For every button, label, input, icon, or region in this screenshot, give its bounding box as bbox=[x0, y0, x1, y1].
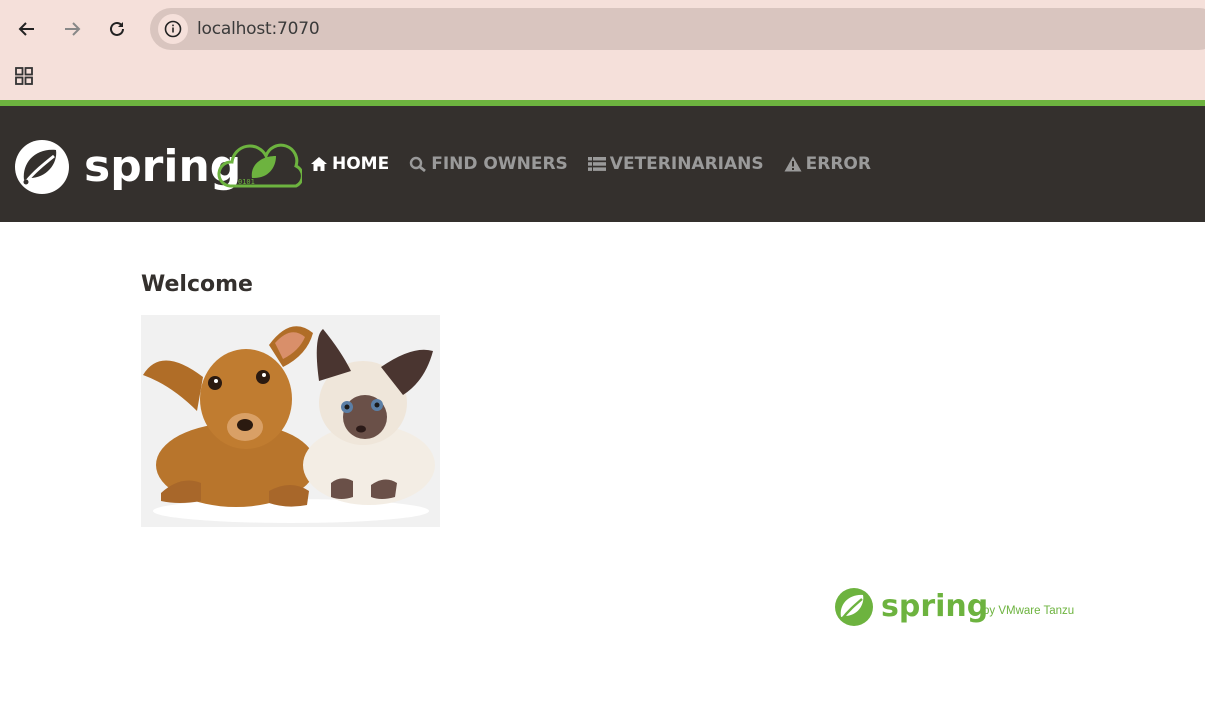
nav-item-label: FIND OWNERS bbox=[431, 154, 568, 174]
footer-tagline: by VMware Tanzu bbox=[983, 605, 1074, 617]
spring-leaf-icon bbox=[835, 588, 873, 626]
search-icon bbox=[410, 156, 427, 172]
svg-text:0101: 0101 bbox=[238, 178, 255, 186]
main-menu: HOME FIND OWNERS VETERINARIANS ERROR bbox=[310, 150, 891, 178]
puppy-illustration bbox=[143, 326, 316, 507]
info-icon bbox=[164, 20, 182, 38]
footer-brand-text: spring bbox=[881, 589, 988, 624]
site-info-button[interactable] bbox=[158, 14, 188, 44]
browser-toolbar: localhost:7070 bbox=[0, 0, 1205, 100]
arrow-right-icon bbox=[65, 22, 81, 36]
nav-item-home[interactable]: HOME bbox=[310, 150, 389, 178]
pets-image bbox=[141, 315, 440, 527]
home-icon bbox=[311, 157, 327, 171]
nav-item-label: VETERINARIANS bbox=[609, 154, 764, 174]
nav-item-label: ERROR bbox=[805, 154, 871, 174]
apps-grid-icon bbox=[15, 67, 33, 85]
arrow-left-icon bbox=[18, 22, 34, 36]
nav-item-find-owners[interactable]: FIND OWNERS bbox=[409, 150, 568, 178]
apps-button[interactable] bbox=[12, 64, 36, 88]
brand-logo[interactable]: spring 0101 bbox=[12, 134, 304, 196]
warning-icon bbox=[784, 156, 802, 172]
nav-item-label: HOME bbox=[332, 154, 390, 174]
kitten-illustration bbox=[303, 329, 435, 505]
forward-button[interactable] bbox=[57, 14, 87, 44]
footer-logo[interactable]: spring by VMware Tanzu bbox=[833, 586, 1093, 628]
nav-item-error[interactable]: ERROR bbox=[784, 150, 871, 178]
navbar: spring 0101 HOME FIND OWNERS VETERINARIA… bbox=[0, 106, 1205, 222]
page-title: Welcome bbox=[141, 272, 253, 297]
reload-button[interactable] bbox=[102, 14, 132, 44]
nav-item-veterinarians[interactable]: VETERINARIANS bbox=[587, 150, 764, 178]
reload-icon bbox=[110, 21, 124, 36]
brand-text: spring bbox=[84, 141, 241, 192]
list-icon bbox=[587, 157, 606, 171]
back-button[interactable] bbox=[12, 14, 42, 44]
url-text[interactable]: localhost:7070 bbox=[197, 19, 320, 39]
spring-leaf-icon bbox=[15, 140, 69, 194]
address-bar[interactable]: localhost:7070 bbox=[150, 8, 1205, 50]
